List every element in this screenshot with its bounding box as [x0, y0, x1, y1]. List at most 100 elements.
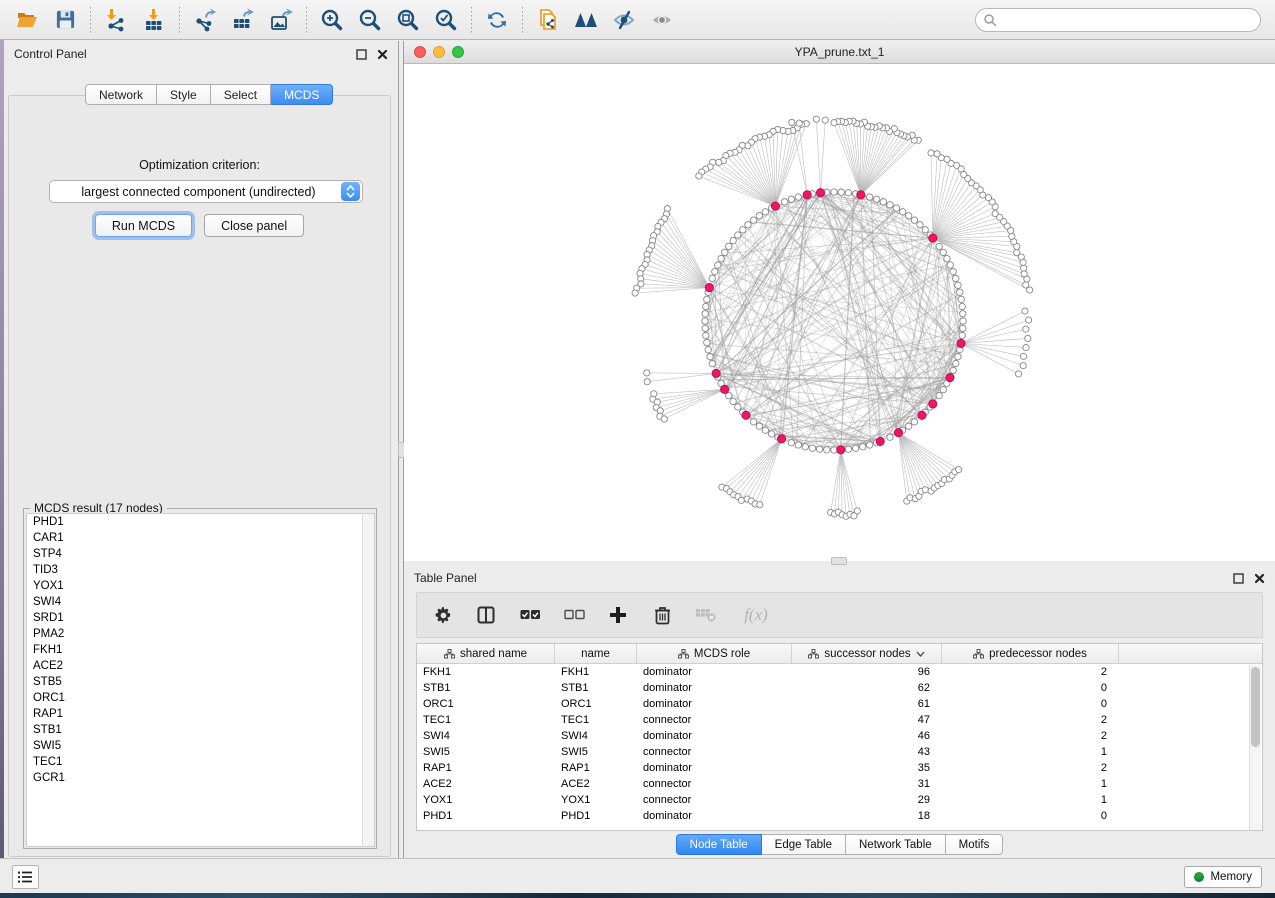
- zoom-out-button[interactable]: [351, 3, 389, 37]
- column-header-successor-nodes[interactable]: successor nodes: [792, 644, 942, 663]
- mcds-result-item[interactable]: STB5: [27, 674, 374, 690]
- memory-button[interactable]: Memory: [1184, 866, 1262, 888]
- table-cell: FKH1: [555, 664, 637, 680]
- mcds-result-item[interactable]: STP4: [27, 546, 374, 562]
- export-image-button[interactable]: [262, 3, 300, 37]
- function-builder-button: f(x): [739, 604, 773, 626]
- hide-selected-button[interactable]: [605, 3, 643, 37]
- mcds-result-item[interactable]: GCR1: [27, 770, 374, 786]
- mcds-result-item[interactable]: PHD1: [27, 514, 374, 530]
- tab-select[interactable]: Select: [211, 84, 271, 105]
- table-cell: dominator: [637, 680, 792, 696]
- mcds-result-item[interactable]: PMA2: [27, 626, 374, 642]
- delete-column-button[interactable]: [651, 604, 673, 626]
- deselect-all-button[interactable]: [563, 604, 585, 626]
- mcds-result-item[interactable]: SWI4: [27, 594, 374, 610]
- status-bar: Memory: [0, 859, 1275, 893]
- first-neighbors-button[interactable]: [567, 3, 605, 37]
- open-session-button[interactable]: [8, 3, 46, 37]
- refresh-layout-button[interactable]: [478, 3, 516, 37]
- mcds-result-item[interactable]: SWI5: [27, 738, 374, 754]
- zoom-fit-button[interactable]: [389, 3, 427, 37]
- table-row[interactable]: STB1STB1dominator620: [417, 680, 1262, 696]
- mcds-result-item[interactable]: CAR1: [27, 530, 374, 546]
- table-row[interactable]: PHD1PHD1dominator180: [417, 808, 1262, 824]
- table-row[interactable]: SWI5SWI5connector431: [417, 744, 1262, 760]
- mcds-result-item[interactable]: TID3: [27, 562, 374, 578]
- mcds-result-item[interactable]: RAP1: [27, 706, 374, 722]
- network-graph[interactable]: [404, 64, 1275, 561]
- mcds-result-item[interactable]: ACE2: [27, 658, 374, 674]
- node-table[interactable]: shared namenameMCDS rolesuccessor nodesp…: [416, 643, 1263, 831]
- mcds-result-item[interactable]: YOX1: [27, 578, 374, 594]
- table-row[interactable]: ACE2ACE2connector311: [417, 776, 1262, 792]
- mcds-result-item[interactable]: STB1: [27, 722, 374, 738]
- float-panel-icon[interactable]: [1233, 573, 1244, 584]
- mcds-result-item[interactable]: FKH1: [27, 642, 374, 658]
- clone-network-button[interactable]: [529, 3, 567, 37]
- mcds-result-list[interactable]: PHD1CAR1STP4TID3YOX1SWI4SRD1PMA2FKH1ACE2…: [26, 513, 375, 847]
- tab-network[interactable]: Network: [85, 84, 157, 105]
- save-session-button[interactable]: [46, 3, 84, 37]
- column-header-predecessor-nodes[interactable]: predecessor nodes: [942, 644, 1119, 663]
- mcds-result-item[interactable]: SRD1: [27, 610, 374, 626]
- import-network-icon: [104, 8, 128, 32]
- tab-style[interactable]: Style: [157, 84, 211, 105]
- task-history-button[interactable]: [12, 865, 39, 889]
- zoom-fit-icon: [396, 8, 420, 32]
- table-cell: RAP1: [555, 760, 637, 776]
- table-row[interactable]: FKH1FKH1dominator962: [417, 664, 1262, 680]
- table-panel-titlebar: Table Panel: [404, 565, 1275, 591]
- run-mcds-button[interactable]: Run MCDS: [95, 214, 192, 237]
- float-panel-icon[interactable]: [356, 49, 367, 60]
- close-panel-button[interactable]: Close panel: [204, 214, 304, 237]
- table-row[interactable]: SWI4SWI4dominator462: [417, 728, 1262, 744]
- import-network-button[interactable]: [97, 3, 135, 37]
- close-panel-icon[interactable]: [1254, 573, 1265, 584]
- mcds-list-scrollbar[interactable]: [362, 514, 374, 846]
- tab-network-table[interactable]: Network Table: [846, 834, 946, 855]
- zoom-selected-button[interactable]: [427, 3, 465, 37]
- select-all-button[interactable]: [519, 604, 541, 626]
- table-cell: SWI5: [555, 744, 637, 760]
- mcds-result-item[interactable]: ORC1: [27, 690, 374, 706]
- table-row[interactable]: RAP1RAP1dominator352: [417, 760, 1262, 776]
- search-icon: [983, 13, 997, 27]
- table-row[interactable]: TEC1TEC1connector472: [417, 712, 1262, 728]
- plus-icon: [609, 606, 627, 624]
- tab-motifs[interactable]: Motifs: [946, 834, 1004, 855]
- show-columns-button[interactable]: [475, 604, 497, 626]
- optimization-criterion-label: Optimization criterion:: [9, 158, 390, 172]
- table-scrollbar-thumb[interactable]: [1251, 667, 1260, 747]
- table-settings-button[interactable]: [431, 604, 453, 626]
- show-all-button[interactable]: [643, 3, 681, 37]
- column-header-name[interactable]: name: [555, 644, 637, 663]
- table-cell: ACE2: [417, 776, 555, 792]
- tab-mcds[interactable]: MCDS: [271, 84, 333, 105]
- table-scrollbar[interactable]: [1249, 665, 1261, 831]
- tab-edge-table[interactable]: Edge Table: [762, 834, 846, 855]
- add-column-button[interactable]: [607, 604, 629, 626]
- column-header-shared-name[interactable]: shared name: [417, 644, 555, 663]
- import-table-button[interactable]: [135, 3, 173, 37]
- column-type-icon: [808, 649, 819, 659]
- table-row[interactable]: ORC1ORC1dominator610: [417, 696, 1262, 712]
- criterion-select[interactable]: largest connected component (undirected): [49, 180, 363, 203]
- tab-node-table[interactable]: Node Table: [676, 834, 762, 855]
- export-table-button[interactable]: [224, 3, 262, 37]
- zoom-out-icon: [358, 8, 382, 32]
- network-canvas[interactable]: [404, 64, 1275, 561]
- table-cell: 62: [792, 680, 942, 696]
- table-cell: connector: [637, 776, 792, 792]
- export-network-button[interactable]: [186, 3, 224, 37]
- zoom-in-button[interactable]: [313, 3, 351, 37]
- search-input[interactable]: [975, 8, 1261, 32]
- table-cell: SWI4: [417, 728, 555, 744]
- horizontal-splitter-grip[interactable]: [831, 557, 847, 565]
- mcds-result-item[interactable]: TEC1: [27, 754, 374, 770]
- column-header-MCDS-role[interactable]: MCDS role: [637, 644, 792, 663]
- table-cell: PHD1: [417, 808, 555, 824]
- table-cell: YOX1: [555, 792, 637, 808]
- close-panel-icon[interactable]: [377, 49, 388, 60]
- table-row[interactable]: YOX1YOX1connector291: [417, 792, 1262, 808]
